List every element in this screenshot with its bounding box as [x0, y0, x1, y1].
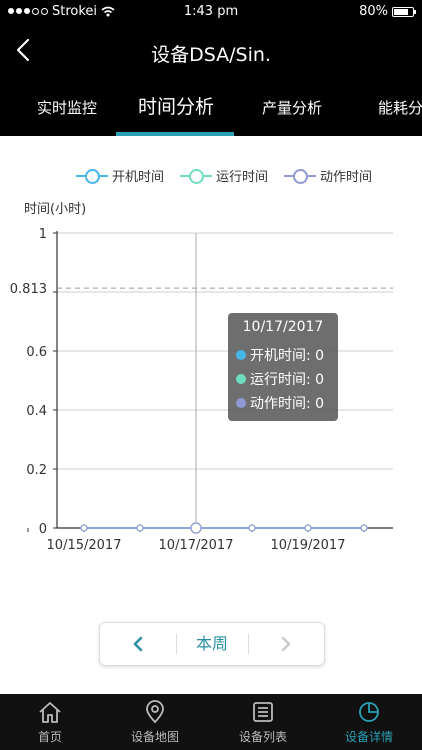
- y-tick-label: 0: [39, 522, 47, 537]
- y-tick-label: 0.2: [26, 463, 47, 478]
- chevron-right-icon: [281, 636, 291, 652]
- prev-week-button[interactable]: [100, 623, 176, 665]
- list-icon: [253, 702, 273, 722]
- tabbar-item-device-list[interactable]: 设备列表: [228, 694, 298, 750]
- tabbar-item-device-detail[interactable]: 设备详情: [334, 694, 404, 750]
- chart-legend: 开机时间 运行时间 动作时间: [0, 166, 422, 186]
- page-title: 设备DSA/Sin.: [151, 44, 271, 66]
- y-tick-label: 1: [39, 227, 47, 242]
- legend-item-power-on[interactable]: 开机时间: [76, 166, 164, 185]
- legend-marker-icon: [180, 168, 212, 184]
- pie-chart-icon: [359, 702, 379, 722]
- data-point: [80, 524, 88, 532]
- legend-label: 动作时间: [320, 170, 373, 185]
- chart-tooltip: 10/17/2017 开机时间: 0 运行时间: 0 动作时间: 0: [228, 313, 338, 421]
- tooltip-row-text: 运行时间: 0: [250, 372, 325, 388]
- series-dot-icon: [236, 350, 246, 360]
- map-pin-icon: [146, 700, 164, 724]
- active-tab-indicator: [116, 132, 234, 136]
- tabbar-label: 设备详情: [344, 730, 393, 744]
- legend-marker-icon: [76, 168, 108, 184]
- y-tick-label: 0.4: [26, 404, 47, 419]
- data-point: [136, 524, 144, 532]
- nav-bar: 设备DSA/Sin.: [0, 24, 422, 80]
- y-axis-title: 时间(小时): [24, 202, 86, 217]
- next-week-button[interactable]: [248, 623, 324, 665]
- x-tick-label: 10/17/2017: [159, 538, 234, 553]
- tabbar-label: 设备列表: [238, 730, 287, 744]
- chevron-left-icon: [133, 636, 143, 652]
- y-tick-label: 0.6: [26, 345, 47, 360]
- status-bar: Strokei 1:43 pm 80%: [0, 0, 422, 24]
- tab-energy-analysis[interactable]: 能耗分: [378, 80, 422, 136]
- current-week-label[interactable]: 本周: [176, 623, 248, 665]
- data-point: [304, 524, 312, 532]
- tooltip-row-running: 运行时间: 0: [236, 369, 324, 389]
- tooltip-row-text: 开机时间: 0: [250, 348, 325, 364]
- time-analysis-chart[interactable]: 时间(小时) 0 0.2 0.4 0.6 1 0.813 10/15/2017 10/17/20…: [0, 195, 422, 565]
- home-icon: [39, 702, 61, 723]
- tabbar-label: 首页: [37, 730, 62, 744]
- legend-label: 运行时间: [216, 170, 269, 185]
- top-tabs: 实时监控 时间分析 产量分析 能耗分: [0, 80, 422, 136]
- tabbar-item-device-map[interactable]: 设备地图: [120, 694, 190, 750]
- tooltip-date: 10/17/2017: [242, 319, 324, 335]
- week-switcher: 本周: [99, 622, 325, 666]
- series-dot-icon: [236, 398, 246, 408]
- legend-label: 开机时间: [112, 170, 165, 185]
- bottom-tab-bar: 首页 设备地图 设备列表 设备详情: [0, 694, 422, 750]
- tabbar-item-home[interactable]: 首页: [20, 694, 80, 750]
- tab-realtime-monitor[interactable]: 实时监控: [37, 80, 97, 136]
- x-tick-label: 10/19/2017: [271, 538, 346, 553]
- tooltip-row-text: 动作时间: 0: [250, 396, 325, 412]
- data-point: [190, 522, 202, 534]
- legend-item-running[interactable]: 运行时间: [180, 166, 268, 185]
- battery-group: 80%: [359, 4, 416, 19]
- battery-icon: [392, 6, 416, 17]
- series-dot-icon: [236, 374, 246, 384]
- tabbar-label: 设备地图: [130, 730, 179, 744]
- tooltip-row-action: 动作时间: 0: [236, 393, 324, 413]
- legend-item-action[interactable]: 动作时间: [284, 166, 372, 185]
- tooltip-row-power-on: 开机时间: 0: [236, 345, 324, 365]
- data-point: [248, 524, 256, 532]
- x-tick-label: 10/15/2017: [47, 538, 122, 553]
- data-point: [360, 524, 368, 532]
- battery-percent: 80%: [359, 4, 388, 19]
- tab-output-analysis[interactable]: 产量分析: [262, 80, 322, 136]
- tab-time-analysis[interactable]: 时间分析: [138, 80, 214, 136]
- legend-marker-icon: [284, 168, 316, 184]
- reference-line-label: 0.813: [10, 282, 47, 297]
